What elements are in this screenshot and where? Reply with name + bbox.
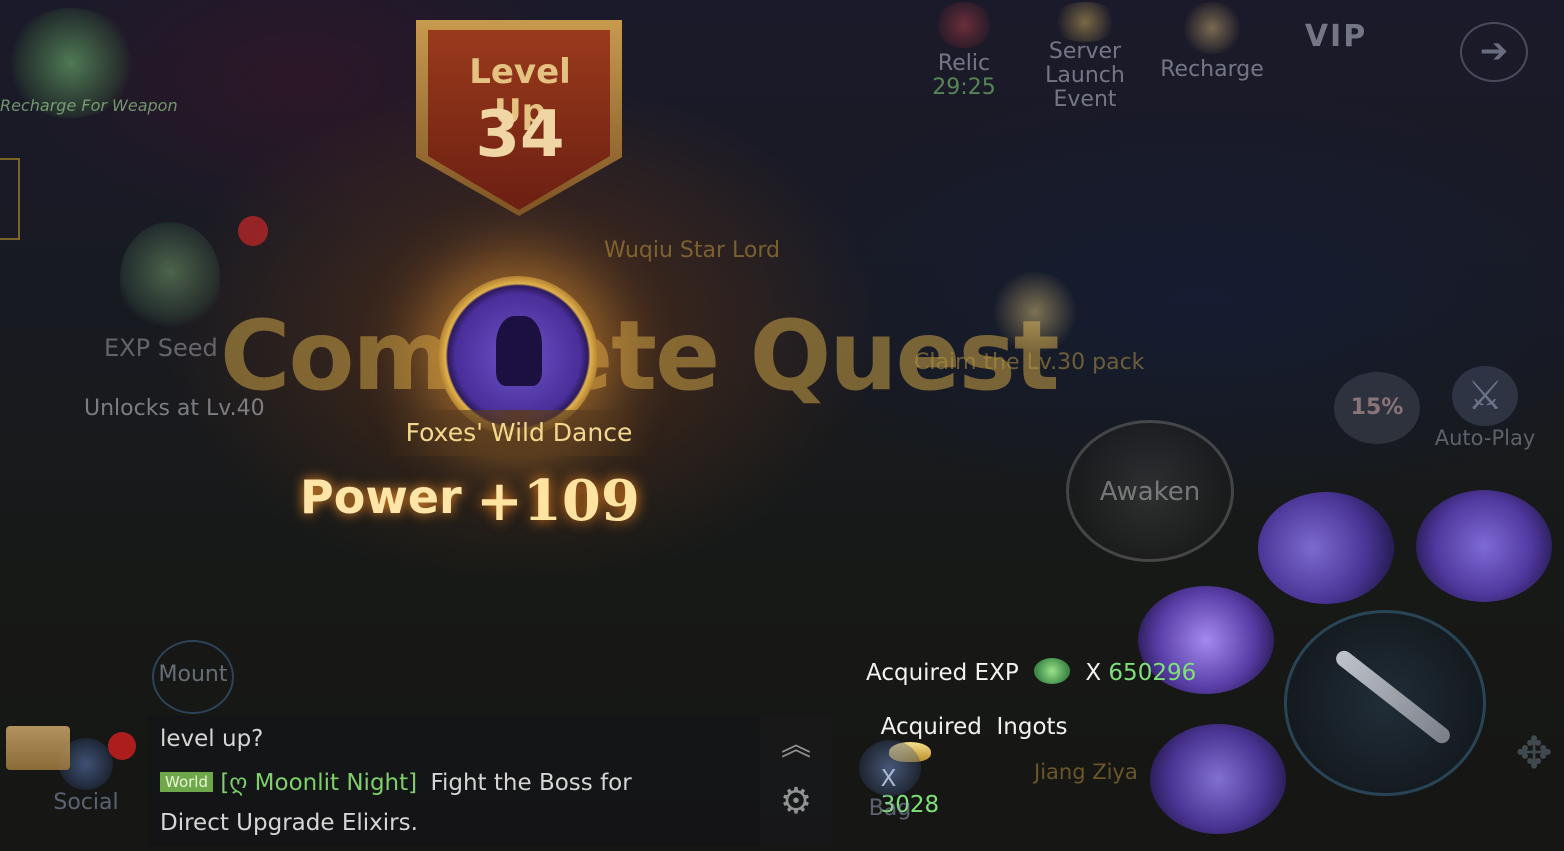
exp-multiplier: X bbox=[1085, 660, 1102, 686]
left-edge-tab[interactable] bbox=[0, 158, 20, 240]
chevron-up-icon[interactable]: ︽ bbox=[776, 720, 816, 763]
awaken-label: Awaken bbox=[1099, 477, 1201, 507]
acquired-exp-label: Acquired EXP bbox=[866, 660, 1019, 686]
social-label: Social bbox=[53, 790, 119, 815]
npc-name-label: Wuqiu Star Lord bbox=[604, 238, 780, 263]
chat-line-1: level up? bbox=[160, 726, 264, 752]
vip-button[interactable]: VIP bbox=[1296, 6, 1376, 54]
chat-line-2: World [ღ Moonlit Night] Fight the Boss f… bbox=[160, 770, 632, 796]
acquired-exp-value: 650296 bbox=[1108, 660, 1197, 686]
chat-panel[interactable]: level up? World [ღ Moonlit Night] Fight … bbox=[148, 716, 760, 846]
sword-icon bbox=[1332, 647, 1454, 747]
acquired-exp-row: Acquired EXP X 650296 bbox=[866, 658, 1196, 686]
chat-message: Fight the Boss for bbox=[430, 770, 632, 796]
recharge-weapon-button[interactable]: Recharge For Weapon bbox=[0, 0, 178, 140]
mount-label: Mount bbox=[158, 662, 228, 687]
target-lock-icon[interactable]: ✥ bbox=[1506, 728, 1562, 792]
skill-button-wolf[interactable] bbox=[1150, 724, 1286, 834]
chat-line-3: Direct Upgrade Elixirs. bbox=[160, 810, 418, 836]
percent-badge[interactable]: 15% bbox=[1334, 372, 1420, 444]
power-label: Power bbox=[300, 470, 462, 524]
arrow-right-icon: ➔ bbox=[1479, 31, 1509, 71]
mail-envelope-icon[interactable] bbox=[6, 726, 70, 770]
chat-player-name[interactable]: [ღ Moonlit Night] bbox=[220, 770, 417, 796]
exit-arrow-button[interactable]: ➔ bbox=[1460, 22, 1528, 82]
recharge-weapon-label: Recharge For Weapon bbox=[0, 96, 178, 115]
server-launch-event-button[interactable]: Server Launch Event bbox=[1040, 2, 1130, 112]
bag-button[interactable]: Bag bbox=[848, 740, 932, 830]
relic-label: Relic bbox=[937, 51, 991, 76]
relic-timer: 29:25 bbox=[932, 75, 996, 100]
bag-label: Bag bbox=[868, 796, 912, 821]
dancer-silhouette-icon bbox=[496, 316, 542, 386]
world-channel-badge: World bbox=[160, 772, 213, 792]
acquired-ingots-label: Acquired Ingots bbox=[880, 714, 1068, 740]
mount-button[interactable]: Mount bbox=[152, 640, 234, 714]
exp-seed-character bbox=[120, 222, 220, 332]
gear-icon[interactable]: ⚙ bbox=[774, 780, 818, 824]
crossed-swords-icon: ⚔ bbox=[1452, 366, 1518, 426]
level-number: 34 bbox=[475, 98, 565, 172]
vip-label: VIP bbox=[1304, 19, 1368, 54]
skill-button-wind[interactable] bbox=[1258, 492, 1394, 604]
relic-icon bbox=[936, 2, 992, 48]
recharge-button[interactable]: Recharge bbox=[1156, 2, 1268, 82]
percent-value: 15% bbox=[1350, 395, 1404, 420]
recharge-label: Recharge bbox=[1160, 57, 1264, 82]
server-launch-icon bbox=[1050, 2, 1120, 42]
chat-side-controls: ︽ ⚙ bbox=[760, 716, 832, 846]
exp-seed-label: EXP Seed bbox=[104, 334, 218, 362]
mail-red-dot bbox=[108, 732, 136, 760]
auto-play-label: Auto-Play bbox=[1434, 426, 1536, 450]
red-dot-notice bbox=[238, 216, 268, 246]
money-bag-icon bbox=[1180, 2, 1244, 54]
claim-pack-label: Claim the Lv.30 pack bbox=[914, 350, 1145, 375]
power-value: +109 bbox=[476, 468, 640, 534]
skill-name: Foxes' Wild Dance bbox=[405, 418, 633, 447]
awaken-button[interactable]: Awaken bbox=[1066, 420, 1234, 562]
exp-orb-icon bbox=[1034, 658, 1071, 684]
auto-play-button[interactable]: ⚔ Auto-Play bbox=[1432, 366, 1538, 456]
attack-button[interactable] bbox=[1284, 610, 1486, 796]
server-launch-label: Server Launch Event bbox=[1045, 39, 1125, 112]
skill-button-foxes-dance[interactable] bbox=[1416, 490, 1552, 602]
relic-button[interactable]: Relic 29:25 bbox=[918, 2, 1010, 100]
lv30-pack-icon[interactable] bbox=[990, 272, 1080, 352]
bag-icon bbox=[859, 740, 921, 796]
